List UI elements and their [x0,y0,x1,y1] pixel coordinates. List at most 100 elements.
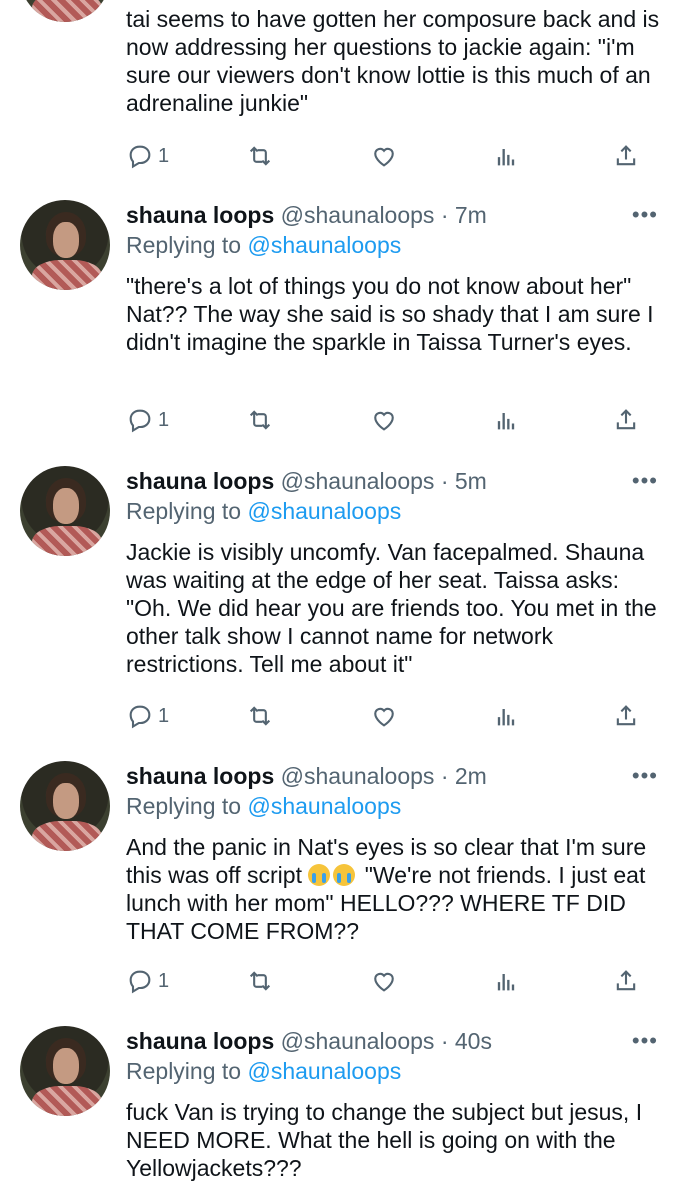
tweet-header: shauna loops @shaunaloops · 7m [126,200,487,230]
reply-icon [129,409,151,433]
avatar[interactable] [20,761,110,851]
avatar[interactable] [20,0,110,22]
share-icon [616,970,636,991]
more-dots-icon[interactable]: ••• [632,761,658,791]
share-button[interactable] [612,700,640,732]
tweet-header: shauna loops @shaunaloops · 5m [126,466,487,496]
replying-to-label: Replying to [126,793,242,819]
reply-mention-link[interactable]: @shaunaloops [247,1058,401,1084]
tweet[interactable]: shauna loops @shaunaloops · 5m ••• Reply… [0,458,676,753]
analytics-button[interactable] [492,404,520,436]
heart-icon [374,972,394,992]
heart-icon [374,707,394,727]
user-handle[interactable]: @shaunaloops [281,468,435,494]
reply-button[interactable]: 1 [126,404,169,436]
retweet-button[interactable] [246,140,274,172]
reply-mention-link[interactable]: @shaunaloops [247,793,401,819]
display-name[interactable]: shauna loops [126,202,274,228]
tweet-text: tai seems to have gotten her composure b… [126,6,660,116]
share-button[interactable] [612,140,640,172]
retweet-button[interactable] [246,700,274,732]
avatar-shirt [32,260,102,290]
user-handle[interactable]: @shaunaloops [281,1028,435,1054]
replying-to: Replying to @shaunaloops [126,230,401,260]
share-button[interactable] [612,404,640,436]
tweet[interactable]: tai seems to have gotten her composure b… [0,0,676,190]
retweet-icon [249,146,271,166]
tweet-text: And the panic in Nat's eyes is so clear … [126,833,666,945]
timestamp[interactable]: 5m [455,468,487,494]
avatar-face [53,222,79,258]
reply-icon [129,145,151,169]
retweet-icon [249,706,271,726]
tweet-actions: 1 [0,404,676,436]
timestamp[interactable]: 40s [455,1028,492,1054]
tweet-text: fuck Van is trying to change the subject… [126,1099,643,1181]
share-icon [616,145,636,166]
more-dots-icon[interactable]: ••• [632,466,658,496]
retweet-icon [249,410,271,430]
tweet-actions: 1 [0,140,676,172]
tweet-header: shauna loops @shaunaloops · 40s [126,1026,492,1056]
like-button[interactable] [370,404,398,436]
timestamp[interactable]: 7m [455,202,487,228]
tweet-text: Jackie is visibly uncomfy. Van facepalme… [126,539,657,677]
display-name[interactable]: shauna loops [126,468,274,494]
tweet-actions: 1 [0,965,676,997]
share-button[interactable] [612,965,640,997]
separator-dot: · [440,202,449,228]
loudly-crying-face-icon [308,864,331,886]
replying-to: Replying to @shaunaloops [126,791,401,821]
display-name[interactable]: shauna loops [126,763,274,789]
loudly-crying-face-icon [333,864,356,886]
analytics-button[interactable] [492,700,520,732]
avatar-shirt [32,526,102,556]
analytics-button[interactable] [492,140,520,172]
avatar-shirt [32,0,102,22]
tweet-actions: 1 [0,700,676,732]
tweet[interactable]: shauna loops @shaunaloops · 40s ••• Repl… [0,1018,676,1200]
share-icon [616,705,636,726]
reply-mention-link[interactable]: @shaunaloops [247,498,401,524]
heart-icon [374,147,394,167]
reply-count: 1 [158,144,170,167]
retweet-button[interactable] [246,404,274,436]
replying-to-label: Replying to [126,498,242,524]
user-handle[interactable]: @shaunaloops [281,202,435,228]
avatar[interactable] [20,200,110,290]
more-dots-icon[interactable]: ••• [632,200,658,230]
tweet[interactable]: shauna loops @shaunaloops · 7m ••• Reply… [0,190,676,458]
avatar-face [53,1048,79,1084]
avatar-shirt [32,821,102,851]
tweet[interactable]: shauna loops @shaunaloops · 2m ••• Reply… [0,753,676,1018]
replying-to: Replying to @shaunaloops [126,496,401,526]
reply-button[interactable]: 1 [126,700,169,732]
reply-button[interactable]: 1 [126,965,169,997]
replying-to: Replying to @shaunaloops [126,1056,401,1086]
avatar-face [53,488,79,524]
avatar-shirt [32,1086,102,1116]
tweet-text: "there's a lot of things you do not know… [126,273,654,355]
retweet-icon [249,971,271,991]
separator-dot: · [440,763,449,789]
more-dots-icon[interactable]: ••• [632,1026,658,1056]
display-name[interactable]: shauna loops [126,1028,274,1054]
reply-button[interactable]: 1 [126,140,169,172]
avatar[interactable] [20,1026,110,1116]
reply-icon [129,970,151,994]
analytics-icon [497,974,515,991]
like-button[interactable] [370,140,398,172]
reply-icon [129,705,151,729]
separator-dot: · [440,1028,449,1054]
user-handle[interactable]: @shaunaloops [281,763,435,789]
reply-mention-link[interactable]: @shaunaloops [247,232,401,258]
like-button[interactable] [370,700,398,732]
reply-count: 1 [158,704,170,727]
analytics-button[interactable] [492,965,520,997]
tweet-header: shauna loops @shaunaloops · 2m [126,761,487,791]
avatar[interactable] [20,466,110,556]
timestamp[interactable]: 2m [455,763,487,789]
separator-dot: · [440,468,449,494]
like-button[interactable] [370,965,398,997]
retweet-button[interactable] [246,965,274,997]
